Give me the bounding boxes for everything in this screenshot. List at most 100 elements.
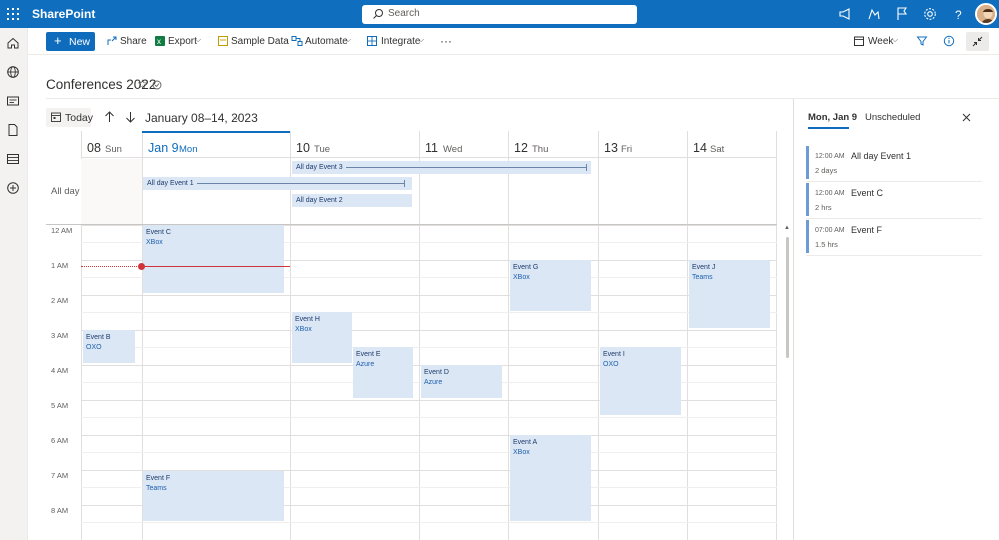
event-card[interactable]: Event I OXO <box>600 347 681 415</box>
allday-gutter <box>46 131 81 224</box>
add-circle-icon[interactable] <box>6 181 20 195</box>
date-range-picker[interactable]: January 08–14, 2023 <box>145 111 258 125</box>
previous-arrow-up-icon[interactable] <box>104 111 115 123</box>
chevron-down-icon: ⌵ <box>892 35 899 44</box>
collapse-icon <box>972 36 983 47</box>
news-icon[interactable] <box>6 94 20 108</box>
share-button[interactable]: Share <box>120 36 147 47</box>
plus-icon: + <box>54 33 62 48</box>
grid-column-line <box>776 131 777 540</box>
new-button[interactable]: + New <box>46 32 95 51</box>
chevron-down-icon: ⌵ <box>195 35 202 44</box>
brand-name[interactable]: SharePoint <box>32 7 95 21</box>
hour-label: 12 AM <box>51 226 73 235</box>
avatar[interactable] <box>975 3 997 25</box>
grid-column-line <box>508 131 509 540</box>
week-calendar: 08 Sun Jan 9 Mon 10 Tue 11 Wed 12 Thu 13… <box>46 131 777 540</box>
search-icon <box>373 9 383 19</box>
event-card[interactable]: Event F Teams <box>143 471 284 521</box>
event-card[interactable]: Event B OXO <box>83 330 135 363</box>
event-accent <box>806 183 809 216</box>
list-icon[interactable] <box>6 152 20 166</box>
next-arrow-down-icon[interactable] <box>125 111 136 123</box>
day-header-mon[interactable]: Jan 9 Mon <box>142 131 290 158</box>
settings-gear-icon[interactable] <box>922 6 938 22</box>
calendar-today-icon <box>51 112 61 122</box>
sample-data-icon <box>218 36 228 46</box>
hour-line <box>81 417 777 418</box>
hour-line <box>81 522 777 523</box>
feedback-icon[interactable] <box>866 6 882 22</box>
event-card[interactable]: Event G XBox <box>510 260 591 311</box>
day-header-sat[interactable]: 14 Sat <box>687 131 776 158</box>
event-card[interactable]: Event J Teams <box>689 260 770 328</box>
tab-unscheduled[interactable]: Unscheduled <box>865 112 920 123</box>
tab-selected-day[interactable]: Mon, Jan 9 <box>808 112 857 123</box>
calendar-scrollbar[interactable] <box>786 237 789 358</box>
automate-button[interactable]: Automate <box>305 36 348 47</box>
more-button[interactable]: ··· <box>440 34 452 48</box>
event-card[interactable]: Event D Azure <box>421 365 502 398</box>
hour-line <box>81 435 777 436</box>
allday-event[interactable]: All day Event 2 <box>292 194 412 207</box>
event-accent <box>806 220 809 253</box>
collapse-button[interactable] <box>966 32 989 51</box>
globe-icon[interactable] <box>6 65 20 79</box>
share-icon <box>107 36 117 45</box>
event-card[interactable]: Event E Azure <box>353 347 413 398</box>
hour-label: 8 AM <box>51 506 69 515</box>
allday-event[interactable]: All day Event 1 <box>143 177 412 190</box>
help-icon[interactable]: ? <box>950 6 966 22</box>
info-icon[interactable] <box>943 35 955 47</box>
home-icon[interactable] <box>6 36 20 50</box>
verified-check-icon <box>152 80 162 90</box>
hour-label: 1 AM <box>51 261 69 270</box>
day-header-sun[interactable]: 08 Sun <box>81 131 142 158</box>
suite-bar: SharePoint Search ? <box>0 0 999 28</box>
day-header-thu[interactable]: 12 Thu <box>508 131 598 158</box>
calendar-view-icon <box>854 36 864 46</box>
hour-label: 5 AM <box>51 401 69 410</box>
filter-icon[interactable] <box>916 35 928 47</box>
current-time-line <box>141 266 290 267</box>
grid-column-line <box>290 131 291 540</box>
day-header-wed[interactable]: 11 Wed <box>419 131 508 158</box>
megaphone-icon[interactable] <box>838 6 854 22</box>
chevron-down-icon: ⌵ <box>345 35 352 44</box>
favorite-star-icon[interactable]: ☆ <box>137 77 148 91</box>
left-rail <box>0 28 28 540</box>
flag-icon[interactable] <box>894 6 910 22</box>
day-header-tue[interactable]: 10 Tue <box>290 131 419 158</box>
document-icon[interactable] <box>6 123 20 137</box>
hour-line <box>81 452 777 453</box>
event-card[interactable]: Event A XBox <box>510 435 591 521</box>
event-card[interactable]: Event H XBox <box>292 312 352 363</box>
chevron-down-icon[interactable]: ⌵ <box>233 112 240 123</box>
allday-label: All day <box>51 186 80 197</box>
export-button[interactable]: Export <box>168 36 197 47</box>
event-card[interactable]: Event C XBox <box>143 225 284 293</box>
allday-event[interactable]: All day Event 3 <box>292 161 591 174</box>
day-header-fri[interactable]: 13 Fri <box>598 131 687 158</box>
grid-column-line <box>598 131 599 540</box>
today-button[interactable]: Today <box>46 108 93 127</box>
svg-text:x: x <box>157 37 161 46</box>
close-icon[interactable] <box>962 113 971 122</box>
hour-label: 4 AM <box>51 366 69 375</box>
current-time-line-dotted <box>81 266 141 267</box>
view-switcher-button[interactable]: Week <box>868 36 893 47</box>
panel-event-item[interactable]: 12:00 AM All day Event 1 2 days <box>806 145 982 182</box>
integrate-icon <box>367 36 377 46</box>
sample-data-button[interactable]: Sample Data <box>231 36 289 47</box>
hour-line <box>81 312 777 313</box>
scroll-up-icon[interactable]: ▲ <box>784 225 790 231</box>
svg-text:?: ? <box>955 8 962 22</box>
panel-event-item[interactable]: 12:00 AM Event C 2 hrs <box>806 182 982 219</box>
panel-event-item[interactable]: 07:00 AM Event F 1.5 hrs <box>806 219 982 256</box>
hour-label: 3 AM <box>51 331 69 340</box>
integrate-button[interactable]: Integrate <box>381 36 420 47</box>
excel-icon: x <box>155 36 165 46</box>
grid-column-line <box>419 131 420 540</box>
search-box[interactable]: Search <box>362 5 637 24</box>
app-launcher-icon[interactable] <box>7 8 19 20</box>
